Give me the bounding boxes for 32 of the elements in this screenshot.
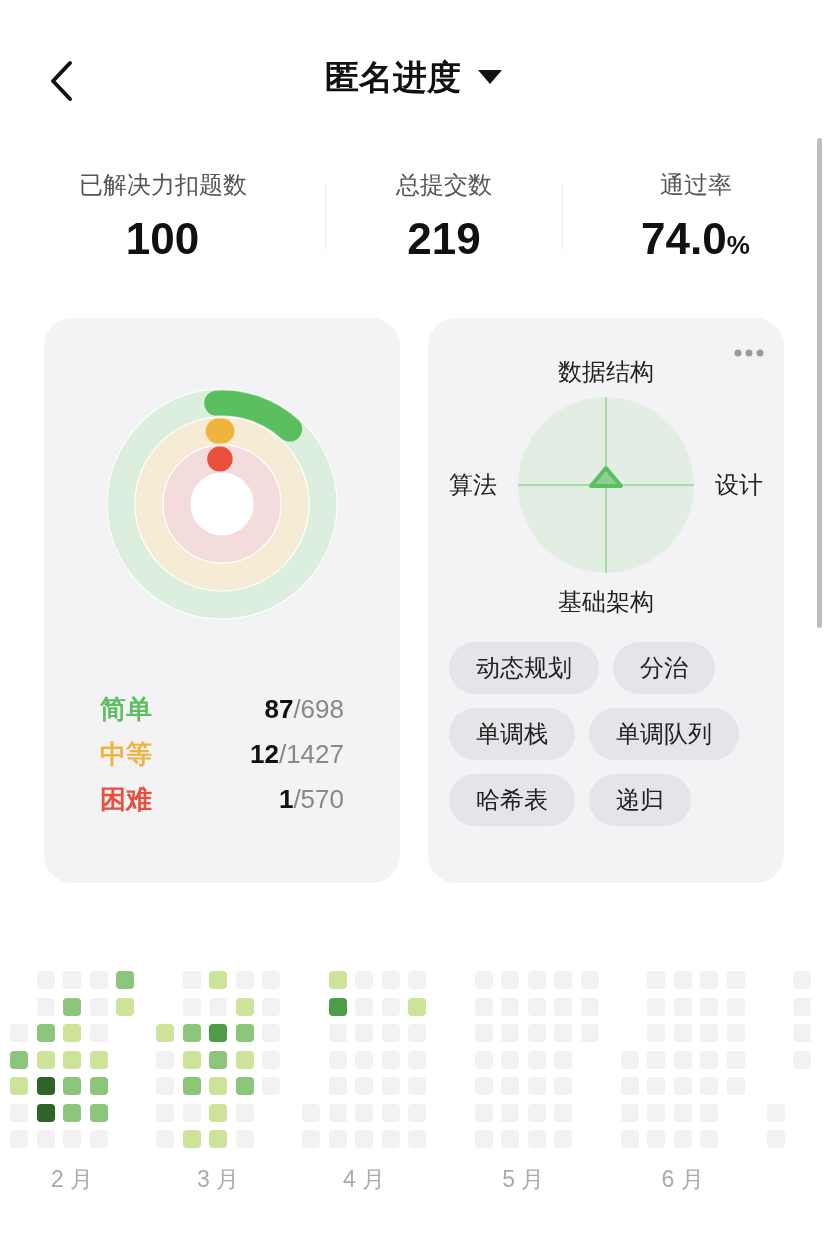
difficulty-name: 简单 [100,693,152,726]
solved-count: 1/570 [278,783,344,816]
stat-value: 74.0 [641,213,727,265]
topic-tag[interactable]: 分治 [613,642,715,694]
stat-unit: % [726,230,750,262]
page-title[interactable]: 匿名进度 [325,51,461,103]
topic-tag[interactable]: 哈希表 [449,774,575,826]
topic-tag[interactable]: 单调栈 [449,708,575,760]
month-label: 2 月 [50,1165,94,1194]
axis-label: 算法 [449,470,497,500]
stat-value: 219 [407,213,481,265]
back-icon[interactable] [48,60,74,102]
topic-tag[interactable]: 单调队列 [589,708,739,760]
month-label: 3 月 [196,1165,240,1194]
stat-label: 总提交数 [396,170,492,200]
solved-count: 12/1427 [250,738,344,771]
solved-count: 87/698 [264,693,344,726]
stat-label: 通过率 [659,170,732,200]
month-label: 6 月 [661,1165,704,1194]
stat-label: 已解决力扣题数 [78,170,247,200]
difficulty-name: 中等 [100,738,152,771]
month-label: 4 月 [342,1165,386,1194]
month-label: 5 月 [502,1165,545,1194]
caret-down-icon[interactable] [477,69,503,85]
axis-label: 基础架构 [558,587,654,617]
more-icon[interactable] [734,349,764,357]
topic-tag[interactable]: 递归 [589,774,691,826]
topic-tag[interactable]: 动态规划 [449,642,599,694]
stat-value: 100 [125,213,200,265]
difficulty-name: 困难 [100,783,152,816]
axis-label: 设计 [715,470,763,500]
axis-label: 数据结构 [558,357,654,387]
